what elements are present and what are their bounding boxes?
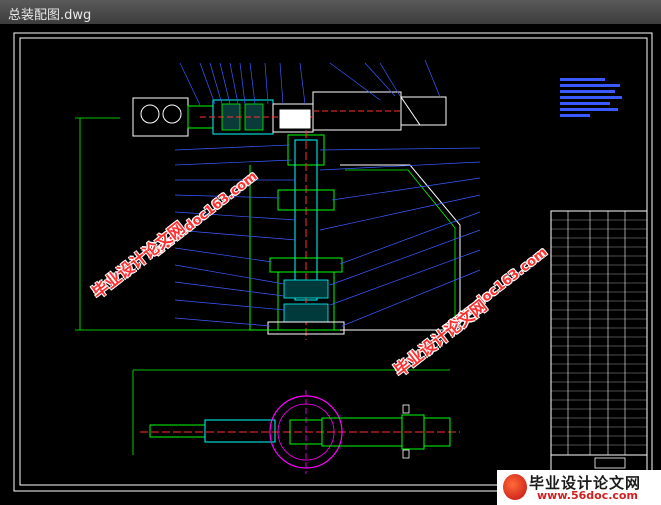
window-title: 总装配图.dwg [8,8,92,23]
bottom-view-assembly [132,369,460,474]
brand-badge[interactable]: 毕业设计论文网 www.56doc.com [497,470,661,505]
flame-logo-icon [503,474,527,500]
technical-notes [560,78,622,117]
column-assembly [267,130,345,340]
brand-url: www.56doc.com [537,489,638,502]
parts-list-rows [551,219,647,446]
parts-list-table [550,210,648,472]
leader-lines-right [319,147,481,327]
cad-drawing [13,32,653,492]
outer-frame [13,32,653,492]
top-assembly [132,91,447,137]
title-bar: 总装配图.dwg [0,0,661,25]
drawing-canvas[interactable]: www.doc163.com 毕业设计论文网 www.doc163.com 毕业… [0,24,661,505]
